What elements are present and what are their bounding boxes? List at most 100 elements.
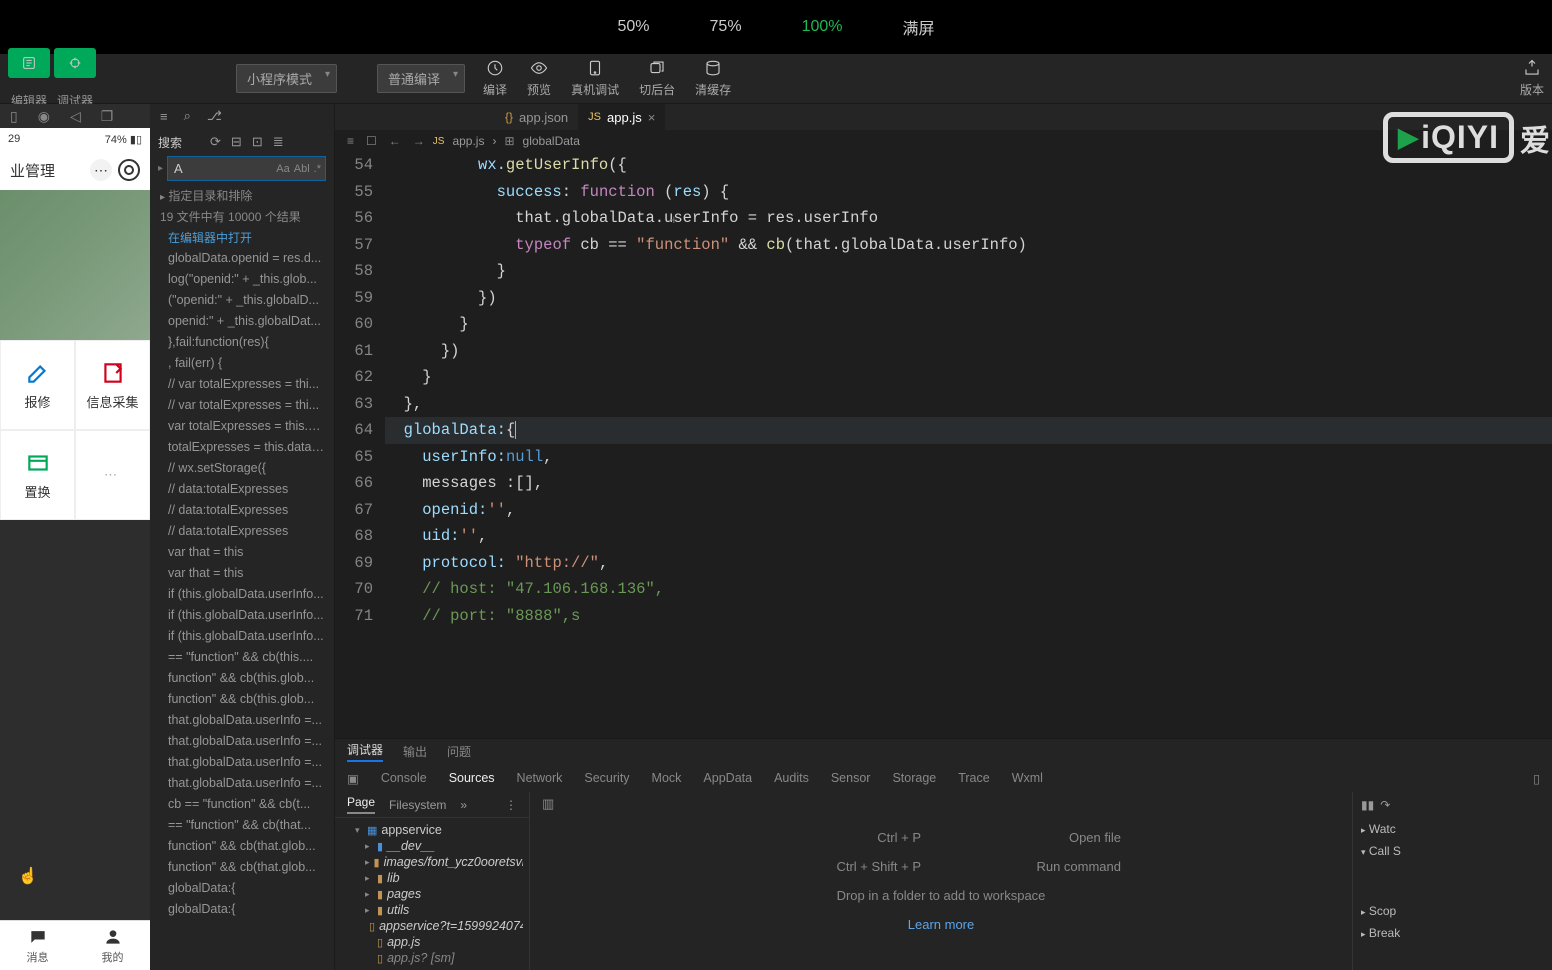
search-result-row[interactable]: if (this.globalData.userInfo... (150, 626, 334, 647)
nav-more-icon[interactable]: » (460, 798, 467, 812)
new-tab-icon[interactable]: + (670, 212, 678, 227)
editor-button[interactable] (8, 48, 50, 78)
list-icon[interactable]: ≡ (347, 134, 354, 148)
grid-exchange[interactable]: 置换 (0, 430, 75, 520)
compile-action[interactable]: 编译 (483, 59, 507, 98)
search-result-row[interactable]: function" && cb(this.glob... (150, 668, 334, 689)
search-result-row[interactable]: // data:totalExpresses (150, 521, 334, 542)
tree-images[interactable]: ▸▮images/font_ycz0ooretsvh (341, 854, 523, 870)
regex-toggle[interactable]: .* (314, 163, 321, 175)
panel-mock[interactable]: Mock (652, 771, 682, 785)
devtab-problems[interactable]: 问题 (447, 743, 471, 760)
search-result-row[interactable]: var that = this (150, 563, 334, 584)
panel-trace[interactable]: Trace (958, 771, 990, 785)
windows-icon[interactable]: ❐ (101, 108, 114, 125)
inspect-icon[interactable]: ▣ (347, 771, 359, 786)
preview-action[interactable]: 预览 (527, 59, 551, 98)
search-result-row[interactable]: , fail(err) { (150, 353, 334, 374)
menu-icon[interactable]: ≡ (160, 109, 168, 124)
tab-mine[interactable]: 我的 (75, 921, 150, 970)
grid-collect[interactable]: 信息采集 (75, 340, 150, 430)
search-result-row[interactable]: var totalExpresses = this.d... (150, 416, 334, 437)
search-result-row[interactable]: globalData:{ (150, 899, 334, 920)
code-editor[interactable]: 545556575859606162636465666768697071 wx.… (335, 152, 1552, 738)
nav-back-icon[interactable]: ← (389, 134, 401, 148)
breadcrumb-file[interactable]: app.js (452, 134, 484, 148)
panel-appdata[interactable]: AppData (703, 771, 752, 785)
search-result-row[interactable]: that.globalData.userInfo =... (150, 773, 334, 794)
nav-page[interactable]: Page (347, 795, 375, 814)
search-result-row[interactable]: openid:" + _this.globalDat... (150, 311, 334, 332)
grid-more[interactable]: ⋯ (75, 430, 150, 520)
mode-select[interactable]: 小程序模式 (236, 64, 337, 93)
search-result-row[interactable]: var that = this (150, 542, 334, 563)
watch-section[interactable]: ▸ Watc (1361, 822, 1544, 836)
nav-filesystem[interactable]: Filesystem (389, 798, 446, 812)
drawer-toggle-icon[interactable]: ▯ (1533, 771, 1540, 786)
search-result-row[interactable]: == "function" && cb(that... (150, 815, 334, 836)
devtab-debugger[interactable]: 调试器 (347, 741, 383, 762)
tree-dev[interactable]: ▸▮__dev__ (341, 838, 523, 854)
search-result-row[interactable]: // var totalExpresses = thi... (150, 395, 334, 416)
back-icon[interactable]: ◁ (70, 108, 81, 125)
remote-debug-action[interactable]: 真机调试 (571, 59, 619, 98)
close-tab-icon[interactable]: × (648, 110, 656, 125)
tree-root[interactable]: ▾▦appservice (341, 822, 523, 838)
scope-section[interactable]: ▸ Scop (1361, 904, 1544, 918)
search-result-row[interactable]: function" && cb(that.glob... (150, 836, 334, 857)
search-result-row[interactable]: that.globalData.userInfo =... (150, 710, 334, 731)
panel-wxml[interactable]: Wxml (1012, 771, 1043, 785)
search-input[interactable] (172, 159, 252, 178)
search-result-row[interactable]: == "function" && cb(this.... (150, 647, 334, 668)
capsule-menu-icon[interactable]: ⋯ (90, 159, 112, 181)
pause-icon[interactable]: ▮▮ (1361, 798, 1374, 812)
bookmark-icon[interactable]: ☐ (366, 134, 377, 148)
nav-fwd-icon[interactable]: → (413, 134, 425, 148)
device-icon[interactable]: ▯ (10, 108, 18, 125)
tree-appjs[interactable]: ▯app.js (341, 934, 523, 950)
open-in-editor-link[interactable]: 在编辑器中打开 (150, 227, 334, 248)
search-result-row[interactable]: log("openid:" + _this.glob... (150, 269, 334, 290)
git-branch-icon[interactable]: ⎇ (207, 108, 222, 124)
breakpoints-section[interactable]: ▸ Break (1361, 926, 1544, 940)
grid-repair[interactable]: 报修 (0, 340, 75, 430)
panel-security[interactable]: Security (584, 771, 629, 785)
switch-bg-action[interactable]: 切后台 (639, 59, 675, 98)
tab-message[interactable]: 消息 (0, 921, 75, 970)
record-icon[interactable]: ◉ (38, 108, 50, 125)
search-context[interactable]: ▸ 指定目录和排除 (150, 185, 334, 206)
panel-network[interactable]: Network (517, 771, 563, 785)
step-icon[interactable]: ↷ (1380, 798, 1390, 812)
search-result-row[interactable]: if (this.globalData.userInfo... (150, 605, 334, 626)
debugger-button[interactable] (54, 48, 96, 78)
panel-console[interactable]: Console (381, 771, 427, 785)
zoom-75[interactable]: 75% (710, 18, 742, 36)
compile-select[interactable]: 普通编译 (377, 64, 465, 93)
search-result-row[interactable]: globalData:{ (150, 878, 334, 899)
tree-appservice[interactable]: ▯appservice?t=1599924074 (341, 918, 523, 934)
search-result-row[interactable]: that.globalData.userInfo =... (150, 752, 334, 773)
tree-utils[interactable]: ▸▮utils (341, 902, 523, 918)
capsule-close-icon[interactable] (118, 159, 140, 181)
callstack-section[interactable]: ▾ Call S (1361, 844, 1544, 858)
tree-pages[interactable]: ▸▮pages (341, 886, 523, 902)
learn-more-link[interactable]: Learn more (908, 917, 974, 932)
search-result-row[interactable]: // wx.setStorage({ (150, 458, 334, 479)
tab-app-js[interactable]: JS app.js × (578, 104, 665, 130)
word-toggle[interactable]: Abl (294, 163, 310, 175)
breadcrumb-symbol[interactable]: globalData (523, 134, 580, 148)
search-result-row[interactable]: cb == "function" && cb(t... (150, 794, 334, 815)
search-result-row[interactable]: // data:totalExpresses (150, 500, 334, 521)
toggle-editor-icon[interactable]: ▥ (542, 796, 554, 812)
search-icon[interactable]: ⌕ (184, 108, 191, 124)
nav-menu-icon[interactable]: ⋮ (505, 798, 517, 812)
search-result-row[interactable]: if (this.globalData.userInfo... (150, 584, 334, 605)
search-result-row[interactable]: totalExpresses = this.data.... (150, 437, 334, 458)
zoom-full[interactable]: 满屏 (902, 15, 934, 39)
search-result-row[interactable]: // var totalExpresses = thi... (150, 374, 334, 395)
search-result-row[interactable]: globalData.openid = res.d... (150, 248, 334, 269)
search-result-row[interactable]: function" && cb(this.glob... (150, 689, 334, 710)
search-result-row[interactable]: function" && cb(that.glob... (150, 857, 334, 878)
refresh-icon[interactable]: ⟳ (210, 134, 221, 150)
chevron-right-icon[interactable]: ▸ (158, 163, 163, 174)
